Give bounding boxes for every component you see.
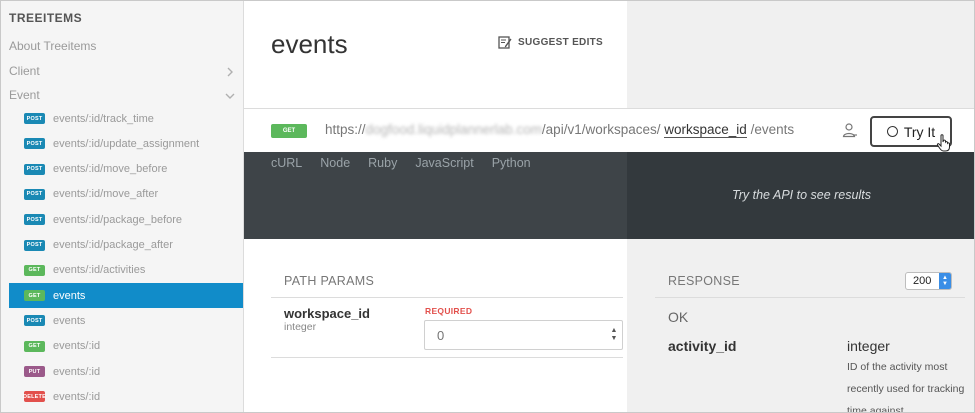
language-tabs: cURL Node Ruby JavaScript Python (271, 156, 531, 170)
number-stepper[interactable]: ▲ ▼ (610, 327, 618, 343)
sidebar-link-client[interactable]: Client (9, 64, 40, 78)
response-field-description: ID of the activity most recently used fo… (847, 361, 965, 413)
method-badge: POST (24, 239, 45, 251)
endpoint-label: events/:id (53, 390, 101, 403)
path-params-heading: PATH PARAMS (284, 274, 375, 288)
sidebar-endpoint-item[interactable]: POST events (9, 308, 243, 333)
endpoint-label: events (53, 289, 86, 302)
method-badge: POST (24, 113, 45, 124)
tab-ruby[interactable]: Ruby (368, 156, 397, 170)
sidebar-endpoint-item[interactable]: POST events/:id/track_time (9, 106, 243, 131)
sidebar-endpoint-item[interactable]: GET events (9, 283, 243, 309)
tab-python[interactable]: Python (492, 156, 531, 170)
required-label: REQUIRED (425, 306, 473, 316)
sidebar-endpoint-item[interactable]: POST events/:id/move_before (9, 157, 243, 182)
sidebar-endpoint-item[interactable]: POST events/:id/package_after (9, 233, 243, 258)
url-host: dogfood.liquidplannerlab.com (365, 122, 542, 137)
endpoint-label: events/:id/update_assignment (53, 137, 200, 150)
tab-javascript[interactable]: JavaScript (415, 156, 473, 170)
endpoint-label: events/:id/move_before (53, 163, 168, 176)
select-arrows-icon: ▲ ▼ (939, 273, 951, 289)
divider (655, 297, 965, 298)
user-auth-icon[interactable] (842, 122, 858, 138)
method-badge: POST (24, 214, 45, 226)
response-field-name: activity_id (668, 338, 737, 354)
url-path: /api/v1/workspaces/ (541, 122, 661, 137)
divider (271, 357, 623, 358)
sidebar-endpoint-item[interactable]: POST events/:id/update_assignment (9, 131, 243, 156)
method-badge: POST (24, 315, 45, 327)
endpoint-label: events/:id/activities (53, 264, 146, 277)
status-code-select[interactable]: 200 ▲ ▼ (905, 272, 952, 290)
method-badge: POST (24, 138, 45, 150)
sidebar-endpoint-item[interactable]: DELETE events/:id (9, 384, 243, 409)
tab-curl[interactable]: cURL (271, 156, 302, 170)
method-badge: POST (24, 188, 45, 200)
sidebar-endpoint-item[interactable]: GET events/:id/activities (9, 258, 243, 283)
url-suffix: /events (750, 122, 795, 137)
sidebar-endpoint-item[interactable]: GET events/:id (9, 334, 243, 359)
method-badge: GET (24, 264, 45, 276)
edit-icon (498, 36, 512, 49)
try-it-label: Try It (903, 123, 936, 140)
param-type: integer (284, 321, 317, 333)
sidebar-endpoint-item[interactable]: POST events/:id/package_before (9, 207, 243, 232)
endpoint-label: events/:id (53, 365, 101, 378)
method-badge: POST (24, 163, 45, 175)
try-api-message: Try the API to see results (732, 188, 871, 202)
divider (271, 297, 623, 298)
url-param: workspace_id (664, 122, 747, 138)
method-badge: GET (24, 290, 45, 302)
endpoint-label: events/:id/package_after (53, 239, 173, 251)
workspace-id-input[interactable] (424, 320, 623, 350)
compass-icon (886, 126, 898, 137)
endpoint-url: https://dogfood.liquidplannerlab.com/api… (325, 122, 795, 138)
sidebar: TREEITEMS About Treeitems Client Event P… (1, 1, 244, 412)
sidebar-link-event[interactable]: Event (9, 88, 40, 102)
sidebar-link-about[interactable]: About Treeitems (9, 39, 96, 53)
response-field-type: integer (847, 338, 890, 354)
param-name: workspace_id (284, 306, 370, 321)
suggest-edits-button[interactable]: SUGGEST EDITS (498, 35, 603, 49)
chevron-down-icon[interactable] (225, 91, 235, 101)
page-title: events (271, 29, 348, 59)
response-status-text: OK (668, 309, 689, 325)
tab-node[interactable]: Node (320, 156, 350, 170)
endpoint-label: events/:id/move_after (53, 188, 159, 201)
endpoint-label: events/:id/track_time (53, 112, 154, 125)
url-prefix: https:// (325, 122, 366, 137)
suggest-edits-label: SUGGEST EDITS (518, 36, 604, 48)
method-badge: DELETE (23, 391, 46, 403)
sidebar-title: TREEITEMS (9, 11, 83, 25)
method-badge: PUT (24, 366, 45, 377)
endpoint-label: events/:id (53, 340, 101, 353)
chevron-right-icon[interactable] (225, 67, 235, 77)
response-heading: RESPONSE (668, 274, 740, 288)
app-frame: TREEITEMS About Treeitems Client Event P… (0, 0, 975, 413)
method-badge: GET (271, 124, 307, 138)
method-badge: GET (24, 340, 45, 352)
sidebar-endpoint-item[interactable]: PUT events/:id (9, 359, 243, 384)
endpoint-label: events/:id/package_before (53, 213, 183, 226)
endpoint-label: events (53, 314, 86, 327)
hand-cursor-icon (936, 134, 950, 152)
sidebar-endpoint-item[interactable]: POST events/:id/move_after (9, 182, 243, 207)
status-code-value: 200 (913, 275, 932, 287)
